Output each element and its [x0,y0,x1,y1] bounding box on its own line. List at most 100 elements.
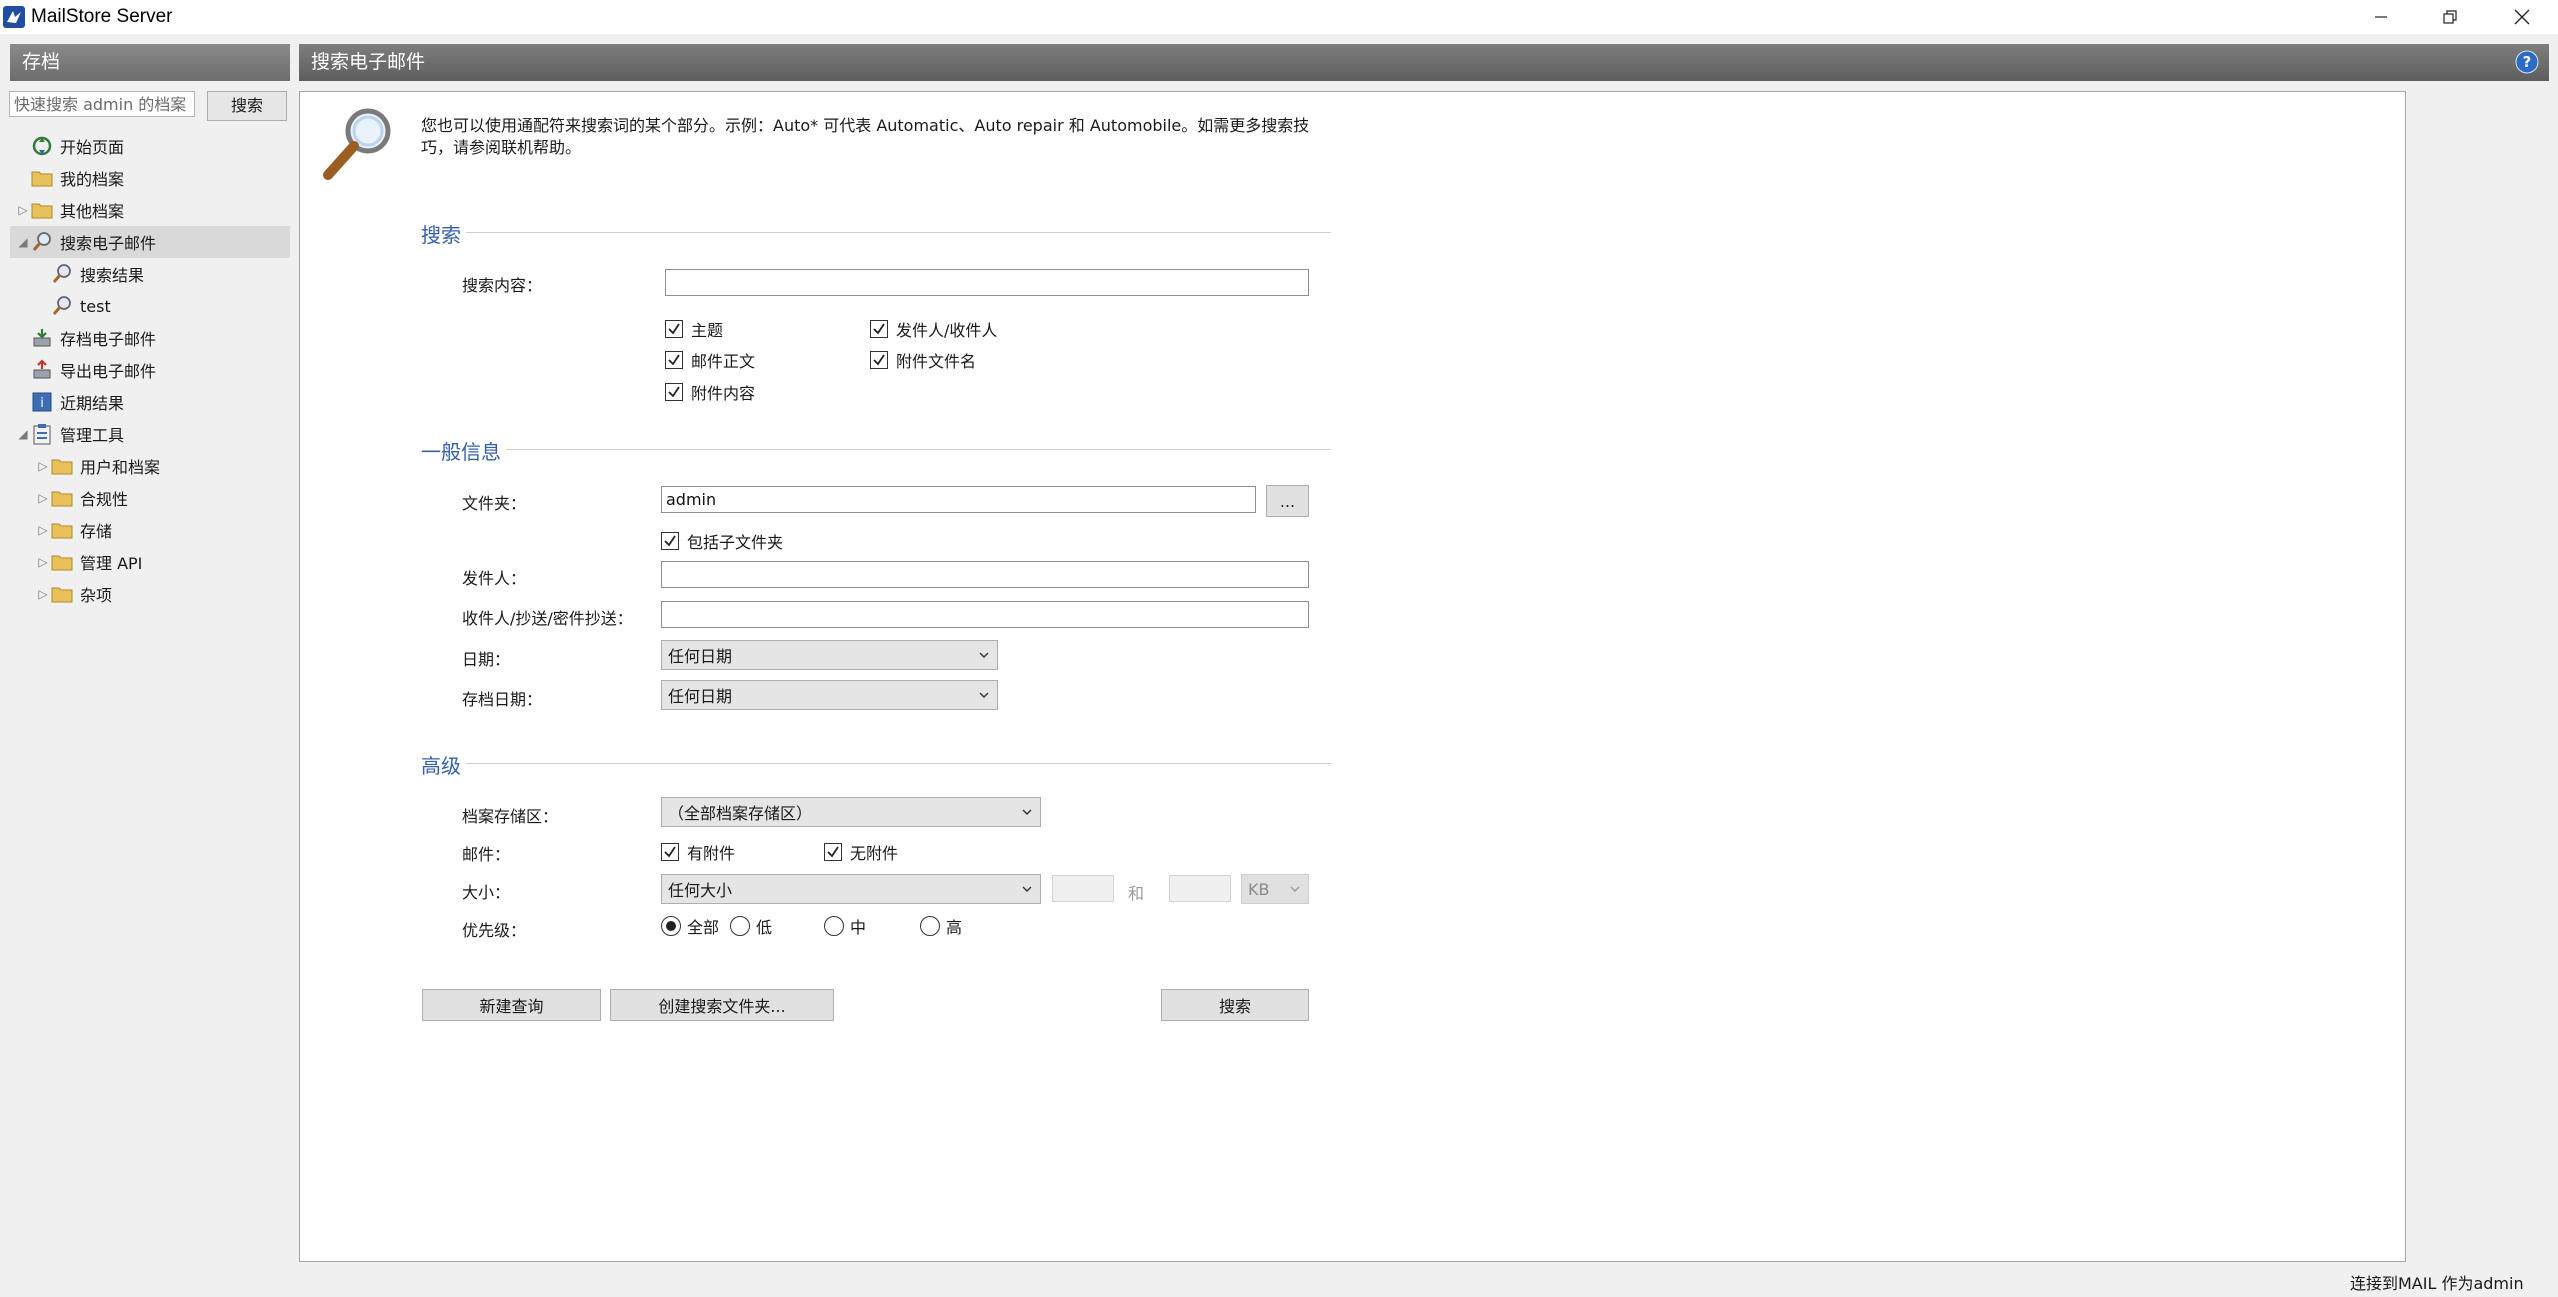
help-icon[interactable]: ? [2515,50,2539,74]
sidebar-item-storage[interactable]: ▷ 存储 [10,514,290,546]
sidebar-item-compliance[interactable]: ▷ 合规性 [10,482,290,514]
title-bar [0,0,2558,34]
sidebar-item-label: 其他档案 [60,202,125,221]
section-title-search: 搜索 [421,223,461,247]
date-select[interactable]: 任何日期 [661,640,998,670]
checkbox-label: 包括子文件夹 [687,533,784,552]
archive-date-label: 存档日期： [462,690,543,709]
section-title-advanced: 高级 [421,754,461,778]
search-content-label: 搜索内容： [462,276,543,295]
sidebar-item-export-email[interactable]: 导出电子邮件 [10,354,290,386]
folder-icon [50,518,74,542]
from-input[interactable] [661,561,1309,588]
quick-search-button[interactable]: 搜索 [207,91,287,121]
search-content-input[interactable] [665,269,1309,296]
expand-arrow-icon[interactable]: ▷ [36,587,50,601]
sidebar-item-label: 搜索电子邮件 [60,234,157,253]
priority-all-radio[interactable]: 全部 [661,914,719,938]
attachment-name-checkbox[interactable]: 附件文件名 [870,348,976,372]
sidebar-item-test[interactable]: test [10,290,290,322]
expand-arrow-icon[interactable]: ▷ [16,203,30,217]
sidebar-item-label: test [80,296,111,316]
checkbox-label: 邮件正文 [691,352,756,371]
with-attachment-checkbox[interactable]: 有附件 [661,840,735,864]
radio-label: 高 [946,918,963,937]
section-title-general: 一般信息 [421,440,501,464]
archive-icon [30,326,54,350]
sidebar-item-search-results[interactable]: 搜索结果 [10,258,290,290]
mailstore-app-icon [3,6,25,28]
priority-mid-radio[interactable]: 中 [824,914,866,938]
checkbox-label: 无附件 [850,844,899,863]
radio-unselected-icon [730,916,750,936]
folder-label: 文件夹： [462,494,527,513]
select-value: 任何日期 [668,647,733,666]
priority-low-radio[interactable]: 低 [730,914,772,938]
size-min-input[interactable] [1052,875,1114,902]
to-cc-bcc-input[interactable] [661,601,1309,628]
include-subfolders-checkbox[interactable]: 包括子文件夹 [661,529,783,553]
sidebar-item-label: 存档电子邮件 [60,330,157,349]
checkbox-label: 主题 [691,321,724,340]
radio-label: 中 [850,918,867,937]
minimize-button[interactable] [2345,0,2417,34]
search-button[interactable]: 搜索 [1161,989,1309,1021]
sidebar-item-label: 导出电子邮件 [60,362,157,381]
size-label: 大小： [462,883,511,902]
archive-date-select[interactable]: 任何日期 [661,680,998,710]
size-select[interactable]: 任何大小 [661,874,1041,904]
sidebar-item-label: 用户和档案 [80,458,161,477]
sidebar-item-my-archive[interactable]: 我的档案 [10,162,290,194]
page-title: 搜索电子邮件 [299,44,2549,81]
to-cc-bcc-label: 收件人/抄送/密件抄送： [462,609,633,628]
sidebar-item-users-archives[interactable]: ▷ 用户和档案 [10,450,290,482]
select-value: KB [1248,879,1270,899]
radio-unselected-icon [920,916,940,936]
checkbox-checked-icon [661,532,679,550]
collapse-arrow-icon[interactable]: ◢ [16,427,30,441]
sidebar-item-archive-email[interactable]: 存档电子邮件 [10,322,290,354]
checkbox-checked-icon [665,383,683,401]
folder-icon [50,486,74,510]
expand-arrow-icon[interactable]: ▷ [36,459,50,473]
expand-arrow-icon[interactable]: ▷ [36,523,50,537]
checkbox-checked-icon [661,843,679,861]
checkbox-checked-icon [665,351,683,369]
size-unit-select[interactable]: KB [1241,874,1309,904]
body-checkbox[interactable]: 邮件正文 [665,348,755,372]
without-attachment-checkbox[interactable]: 无附件 [824,840,898,864]
checkbox-checked-icon [870,320,888,338]
export-icon [30,358,54,382]
expand-arrow-icon[interactable]: ▷ [36,491,50,505]
sidebar-item-recent-results[interactable]: i 近期结果 [10,386,290,418]
expand-arrow-icon[interactable]: ▷ [36,555,50,569]
from-to-checkbox[interactable]: 发件人/收件人 [870,317,997,341]
checkbox-checked-icon [824,843,842,861]
close-button[interactable] [2486,0,2558,34]
sidebar-item-start-page[interactable]: 开始页面 [10,130,290,162]
quick-search-input[interactable] [9,91,195,117]
sidebar-item-admin-tools[interactable]: ◢ 管理工具 [10,418,290,450]
section-divider [466,232,1331,233]
select-value: 任何大小 [668,881,733,900]
create-search-folder-button[interactable]: 创建搜索文件夹... [610,989,834,1021]
mail-label: 邮件： [462,845,511,864]
folder-input[interactable] [661,486,1256,513]
collapse-arrow-icon[interactable]: ◢ [16,235,30,249]
sidebar-item-other-archives[interactable]: ▷ 其他档案 [10,194,290,226]
sidebar-item-search-email[interactable]: ◢ 搜索电子邮件 [10,226,290,258]
browse-folder-button[interactable]: ... [1266,485,1309,517]
attachment-content-checkbox[interactable]: 附件内容 [665,380,755,404]
sidebar-item-management-api[interactable]: ▷ 管理 API [10,546,290,578]
priority-high-radio[interactable]: 高 [920,914,962,938]
subject-checkbox[interactable]: 主题 [665,317,723,341]
restore-button[interactable] [2414,0,2486,34]
size-and-label: 和 [1128,884,1145,903]
new-query-button[interactable]: 新建查询 [422,989,601,1021]
size-max-input[interactable] [1169,875,1231,902]
sidebar-item-label: 近期结果 [60,394,125,413]
archive-store-select[interactable]: （全部档案存储区） [661,797,1041,827]
search-icon [50,262,74,286]
checkbox-label: 发件人/收件人 [896,321,998,340]
sidebar-item-misc[interactable]: ▷ 杂项 [10,578,290,610]
